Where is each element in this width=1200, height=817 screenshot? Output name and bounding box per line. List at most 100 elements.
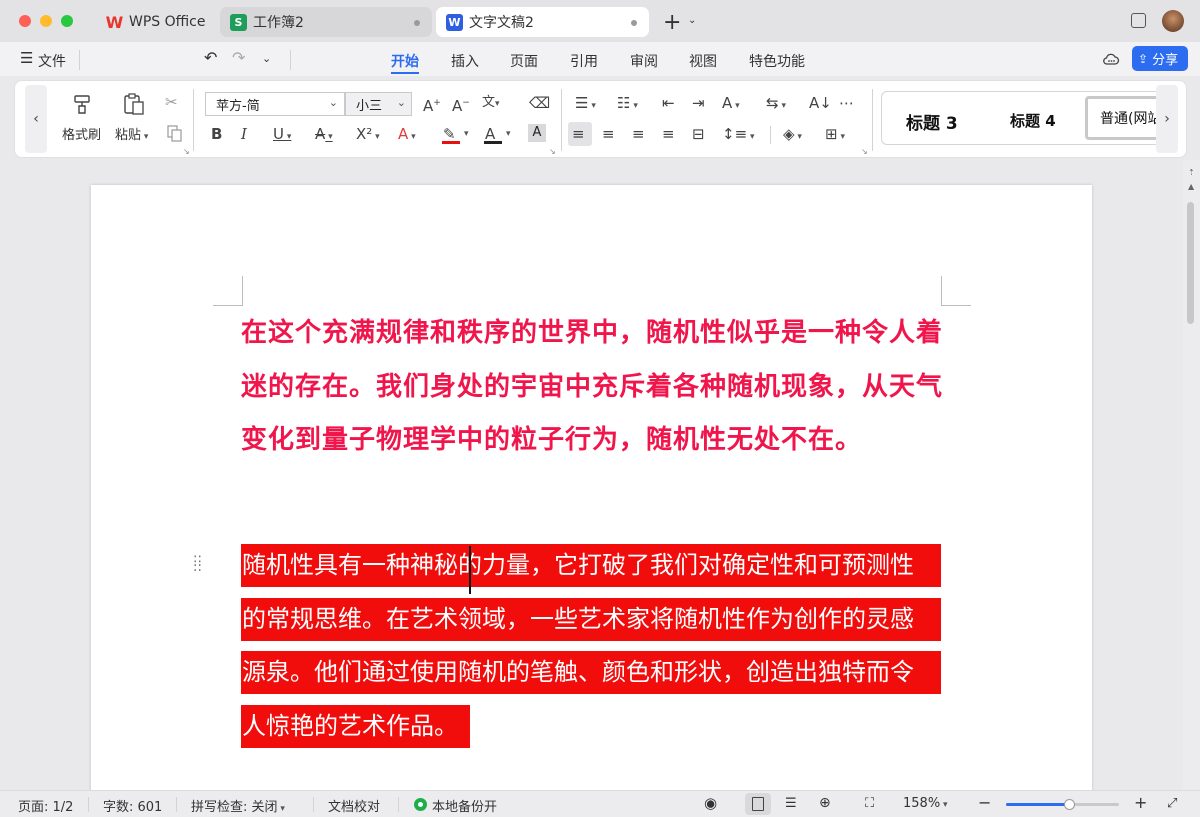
tab-references[interactable]: 引用 xyxy=(570,51,598,71)
highlight-color-button[interactable]: ✎ ▾ xyxy=(441,125,475,145)
paragraph-2-line[interactable]: 的常规思维。在艺术领域，一些艺术家将随机性作为创作的灵感 xyxy=(241,598,941,641)
zoom-slider-thumb[interactable] xyxy=(1064,799,1075,810)
file-menu[interactable]: 文件 xyxy=(38,51,66,71)
line-spacing-icon[interactable]: ↕≡ ▾ xyxy=(722,125,755,146)
borders-icon[interactable]: ⊞ ▾ xyxy=(825,125,845,146)
zoom-select[interactable]: 158% ▾ xyxy=(903,796,948,811)
tab-features[interactable]: 特色功能 xyxy=(749,51,805,71)
font-family-select[interactable]: 苹方-简 ⌄ xyxy=(205,92,345,116)
font-launcher-icon[interactable]: ↘ xyxy=(549,147,556,156)
undo-icon[interactable]: ↶ xyxy=(204,48,217,67)
scroll-top-icon[interactable]: ⇡ xyxy=(1188,168,1195,177)
ribbon-scroll-left-button[interactable]: ‹ xyxy=(25,85,47,153)
user-avatar[interactable] xyxy=(1162,10,1184,32)
paragraph-1[interactable]: 在这个充满规律和秩序的世界中，随机性似乎是一种令人着迷的存在。我们身处的宇宙中充… xyxy=(241,307,961,468)
format-painter-label[interactable]: 格式刷 xyxy=(62,124,101,143)
sidebar-toggle-icon[interactable] xyxy=(1131,13,1146,28)
clipboard-launcher-icon[interactable]: ↘ xyxy=(183,147,190,156)
outline-view-icon[interactable]: ☰ xyxy=(785,796,797,811)
ribbon-scroll-right-button[interactable]: › xyxy=(1156,85,1178,153)
new-tab-plus-icon[interactable]: + xyxy=(663,10,681,35)
tab-page[interactable]: 页面 xyxy=(510,51,538,71)
scrollbar-thumb[interactable] xyxy=(1187,202,1194,324)
distributed-icon[interactable]: ⊟ xyxy=(692,125,705,143)
fit-page-icon[interactable]: ⛶ xyxy=(865,796,874,811)
paragraph-2-line[interactable]: 人惊艳的艺术作品。 xyxy=(241,705,470,748)
paragraph-launcher-icon[interactable]: ↘ xyxy=(861,147,868,156)
character-shading-icon[interactable]: A xyxy=(528,124,546,142)
text-direction-icon[interactable]: A ▾ xyxy=(722,94,740,115)
tab-wps-office[interactable]: W WPS Office xyxy=(96,7,216,37)
tab-review[interactable]: 审阅 xyxy=(630,51,658,71)
paragraph-2-line[interactable]: 随机性具有一种神秘的力量，它打破了我们对确定性和可预测性 xyxy=(241,544,941,587)
share-button[interactable]: ⇪ 分享 xyxy=(1132,46,1188,71)
superscript-icon[interactable]: X² ▾ xyxy=(356,125,380,146)
phonetic-guide-icon[interactable]: 文▾ xyxy=(482,94,500,113)
paste-icon[interactable] xyxy=(122,92,146,116)
clear-format-icon[interactable]: ⌫ xyxy=(529,94,550,112)
shading-icon[interactable]: ◈ ▾ xyxy=(783,125,802,146)
style-heading-3[interactable]: 标题 3 xyxy=(906,109,958,134)
eye-protection-icon[interactable]: ◉ xyxy=(704,794,717,812)
minimize-window-button[interactable] xyxy=(40,15,52,27)
style-heading-4[interactable]: 标题 4 xyxy=(1010,110,1056,131)
active-tab-indicator xyxy=(391,72,419,74)
chevron-down-icon: ⌄ xyxy=(396,96,406,109)
sort-icon[interactable]: ⇆ ▾ xyxy=(766,94,786,115)
grow-font-icon[interactable]: A+ xyxy=(423,94,441,115)
format-painter-icon[interactable] xyxy=(72,93,94,115)
hamburger-menu-icon[interactable]: ☰ xyxy=(20,49,33,67)
sort-ascending-icon[interactable]: A↓ xyxy=(809,94,832,112)
align-center-icon[interactable]: ≡ xyxy=(602,125,615,143)
document-proofread[interactable]: 文档校对 xyxy=(328,796,380,815)
quick-access-chevron-icon[interactable]: ⌄ xyxy=(262,52,271,65)
drag-handle-icon[interactable]: ⁚⁚ ⁚⁚ xyxy=(193,555,202,574)
increase-indent-icon[interactable]: ⇥ xyxy=(692,94,705,112)
zoom-out-icon[interactable]: − xyxy=(978,793,991,812)
tab-home[interactable]: 开始 xyxy=(391,51,419,71)
tab-view[interactable]: 视图 xyxy=(689,51,717,71)
tab-list-chevron-icon[interactable]: ⌄ xyxy=(688,15,696,26)
italic-icon[interactable]: I xyxy=(241,125,247,143)
zoom-window-button[interactable] xyxy=(61,15,73,27)
scroll-up-icon[interactable]: ▲ xyxy=(1188,182,1194,191)
numbered-list-icon[interactable]: ☷ ▾ xyxy=(617,94,638,115)
margin-corner-mark xyxy=(213,276,243,306)
redo-icon[interactable]: ↷ xyxy=(232,48,245,67)
unsaved-dot-icon xyxy=(631,20,637,26)
copy-icon[interactable] xyxy=(166,124,184,142)
font-color-button[interactable]: A ▾ xyxy=(483,125,517,145)
word-count[interactable]: 字数: 601 xyxy=(103,796,162,815)
show-marks-icon[interactable]: ⋯ xyxy=(839,94,854,112)
align-right-icon[interactable]: ≡ xyxy=(632,125,645,143)
text-effect-icon[interactable]: A ▾ xyxy=(398,125,416,146)
fullscreen-icon[interactable]: ⤢ xyxy=(1167,796,1177,811)
local-backup-status[interactable]: 本地备份开 xyxy=(432,796,497,815)
paragraph-2-line[interactable]: 源泉。他们通过使用随机的笔触、颜色和形状，创造出独特而令 xyxy=(241,651,941,694)
close-window-button[interactable] xyxy=(19,15,31,27)
align-left-button[interactable]: ≡ xyxy=(568,122,592,146)
justify-icon[interactable]: ≡ xyxy=(662,125,675,143)
zoom-in-icon[interactable]: + xyxy=(1134,793,1147,812)
cloud-icon[interactable] xyxy=(1102,51,1120,67)
tab-workbook[interactable]: S 工作簿2 xyxy=(220,7,432,37)
strikethrough-icon[interactable]: A ▾ xyxy=(315,125,333,146)
spell-check-toggle[interactable]: 拼写检查: 关闭 ▾ xyxy=(191,796,285,815)
font-size-select[interactable]: 小三 ⌄ xyxy=(345,92,412,116)
vertical-scrollbar[interactable]: ⇡ ▲ xyxy=(1183,160,1200,790)
underline-icon[interactable]: U ▾ xyxy=(273,125,291,146)
shrink-font-icon[interactable]: A− xyxy=(452,94,470,115)
spreadsheet-logo-icon: S xyxy=(230,13,247,31)
tab-insert[interactable]: 插入 xyxy=(451,51,479,71)
cut-icon[interactable]: ✂ xyxy=(165,93,178,111)
tab-document[interactable]: W 文字文稿2 xyxy=(436,7,649,37)
bold-icon[interactable]: B xyxy=(211,125,222,143)
paste-dropdown[interactable]: 粘贴 ▾ xyxy=(115,124,148,143)
page-count[interactable]: 页面: 1/2 xyxy=(18,796,73,815)
font-size-value: 小三 xyxy=(356,98,383,114)
bullet-list-icon[interactable]: ☰ ▾ xyxy=(575,94,596,115)
web-view-icon[interactable]: ⊕ xyxy=(819,795,831,811)
decrease-indent-icon[interactable]: ⇤ xyxy=(662,94,675,112)
zoom-slider[interactable] xyxy=(1006,799,1119,810)
page-view-button[interactable] xyxy=(745,793,771,815)
